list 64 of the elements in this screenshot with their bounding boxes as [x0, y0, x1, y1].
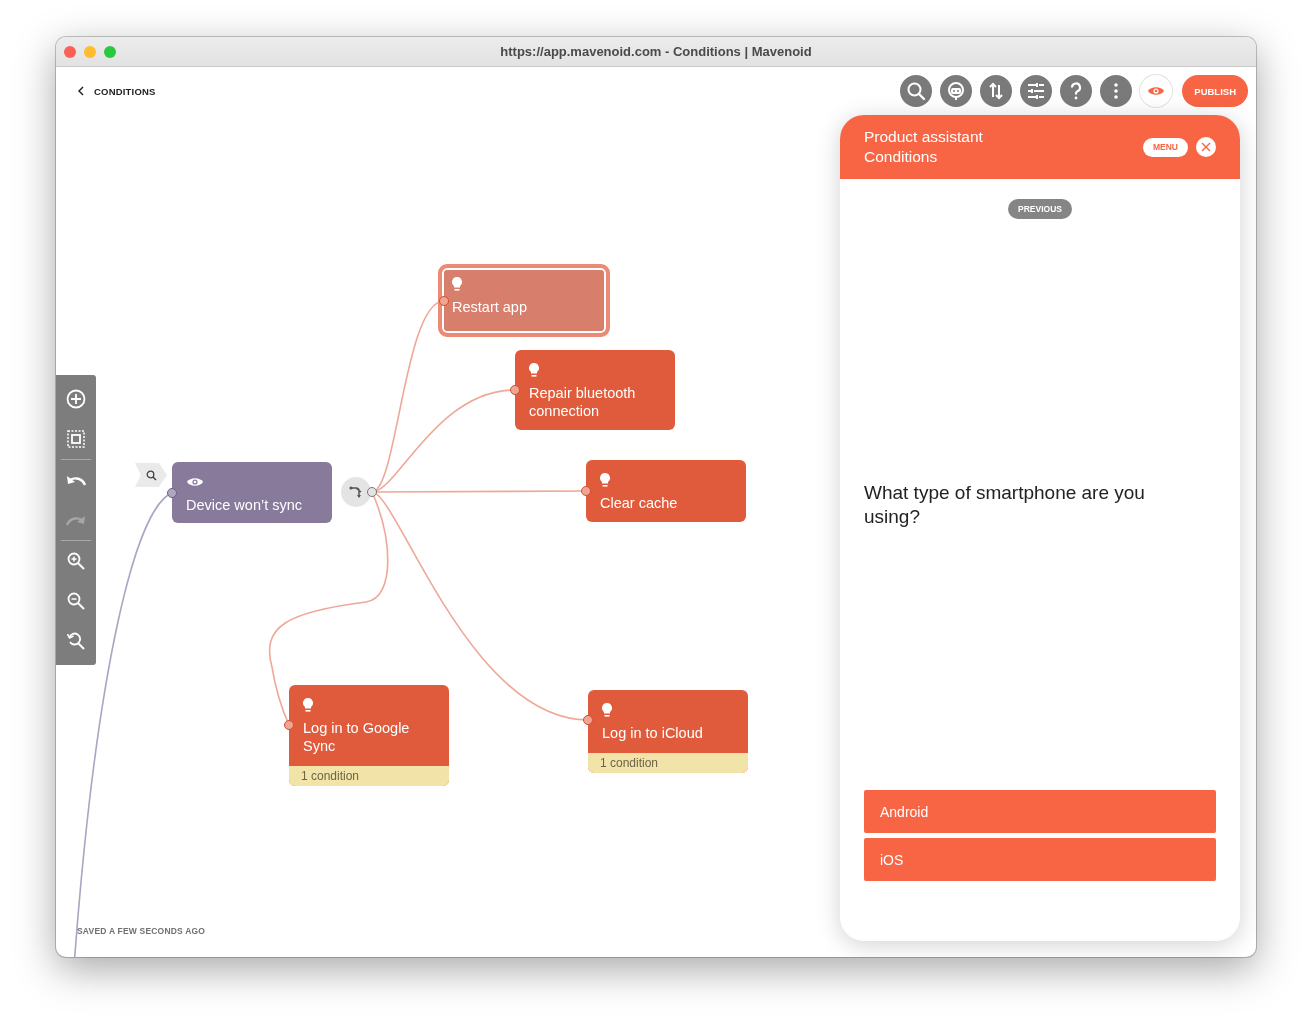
- solution-node[interactable]: Repair bluetooth connection: [515, 350, 675, 430]
- more-button[interactable]: [1100, 75, 1133, 107]
- lightbulb-icon: [529, 363, 539, 377]
- redo-icon: [66, 513, 86, 527]
- assistant-subtitle: Conditions: [864, 147, 939, 167]
- sort-button[interactable]: [980, 75, 1013, 107]
- menu-button[interactable]: MENU: [1142, 137, 1188, 157]
- chevron-left-icon: [78, 86, 84, 96]
- eye-icon: [186, 476, 204, 488]
- answer-button[interactable]: iOS: [864, 838, 1216, 881]
- solution-node[interactable]: Restart app: [438, 264, 610, 337]
- headset-face-icon: [946, 81, 967, 101]
- search-icon: [145, 469, 157, 481]
- settings-button[interactable]: [1020, 75, 1053, 107]
- solution-node[interactable]: Log in to iCloud 1 condition: [588, 690, 748, 773]
- question-node[interactable]: Device won’t sync: [172, 462, 332, 523]
- condition-label: 1 condition: [588, 753, 748, 773]
- undo-icon: [66, 473, 86, 487]
- sliders-icon: [1026, 81, 1047, 101]
- connection-port[interactable]: [284, 720, 294, 730]
- answer-button[interactable]: Android: [864, 790, 1216, 833]
- solution-node[interactable]: Clear cache: [586, 460, 746, 522]
- solution-node[interactable]: Log in to Google Sync 1 condition: [289, 685, 449, 786]
- node-label: Device won’t sync: [186, 497, 303, 513]
- agent-button[interactable]: [940, 75, 973, 107]
- window-title: https://app.mavenoid.com - Conditions | Mavenoid: [500, 44, 812, 59]
- reset-zoom-icon: [67, 632, 85, 650]
- eye-icon: [1147, 85, 1166, 97]
- lightbulb-icon: [452, 277, 462, 291]
- close-window-button[interactable]: [64, 45, 76, 58]
- zoom-in-icon: [67, 552, 85, 570]
- close-button[interactable]: [1196, 137, 1216, 157]
- node-label: Log in to Google Sync: [303, 720, 410, 754]
- close-icon: [1201, 142, 1211, 152]
- publish-button[interactable]: PUBLISH: [1182, 75, 1248, 107]
- zoom-out-icon: [67, 592, 85, 610]
- more-icon: [1113, 82, 1120, 100]
- branch-icon: [349, 485, 363, 499]
- lightbulb-icon: [600, 473, 610, 487]
- connection-port[interactable]: [581, 486, 591, 496]
- node-label: Repair bluetooth connection: [529, 385, 636, 419]
- previous-button[interactable]: PREVIOUS: [1008, 199, 1072, 219]
- assistant-title: Product assistant: [864, 127, 984, 147]
- selection-icon: [67, 430, 85, 448]
- connection-port[interactable]: [583, 715, 593, 725]
- back-link[interactable]: CONDITIONS: [74, 81, 160, 101]
- branch-node[interactable]: [341, 477, 371, 507]
- node-label: Restart app: [452, 299, 527, 315]
- connection-port[interactable]: [167, 488, 177, 498]
- lightbulb-icon: [303, 698, 313, 712]
- preview-button[interactable]: [1140, 75, 1173, 107]
- connection-port[interactable]: [367, 487, 377, 497]
- connection-port[interactable]: [510, 385, 520, 395]
- help-button[interactable]: [1060, 75, 1093, 107]
- search-icon: [906, 81, 927, 101]
- question-text: What type of smartphone are you using?: [864, 480, 1146, 529]
- search-button[interactable]: [900, 75, 933, 107]
- node-label: Log in to iCloud: [602, 725, 703, 741]
- search-tag[interactable]: [135, 463, 167, 487]
- save-status: SAVED A FEW SECONDS AGO: [77, 925, 206, 937]
- node-label: Clear cache: [600, 495, 678, 511]
- plus-circle-icon: [66, 389, 86, 409]
- condition-label: 1 condition: [289, 766, 449, 786]
- lightbulb-icon: [602, 703, 612, 717]
